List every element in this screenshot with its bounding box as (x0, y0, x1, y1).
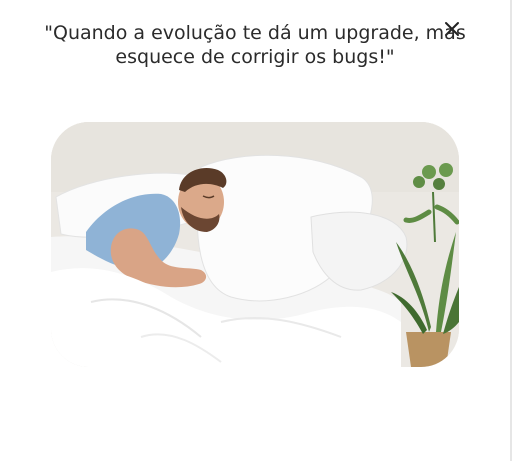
sleeping-man-illustration (51, 122, 459, 367)
meme-image (51, 122, 459, 367)
meme-caption: "Quando a evolução te dá um upgrade, mas… (44, 22, 466, 68)
meme-modal: "Quando a evolução te dá um upgrade, mas… (0, 0, 512, 461)
